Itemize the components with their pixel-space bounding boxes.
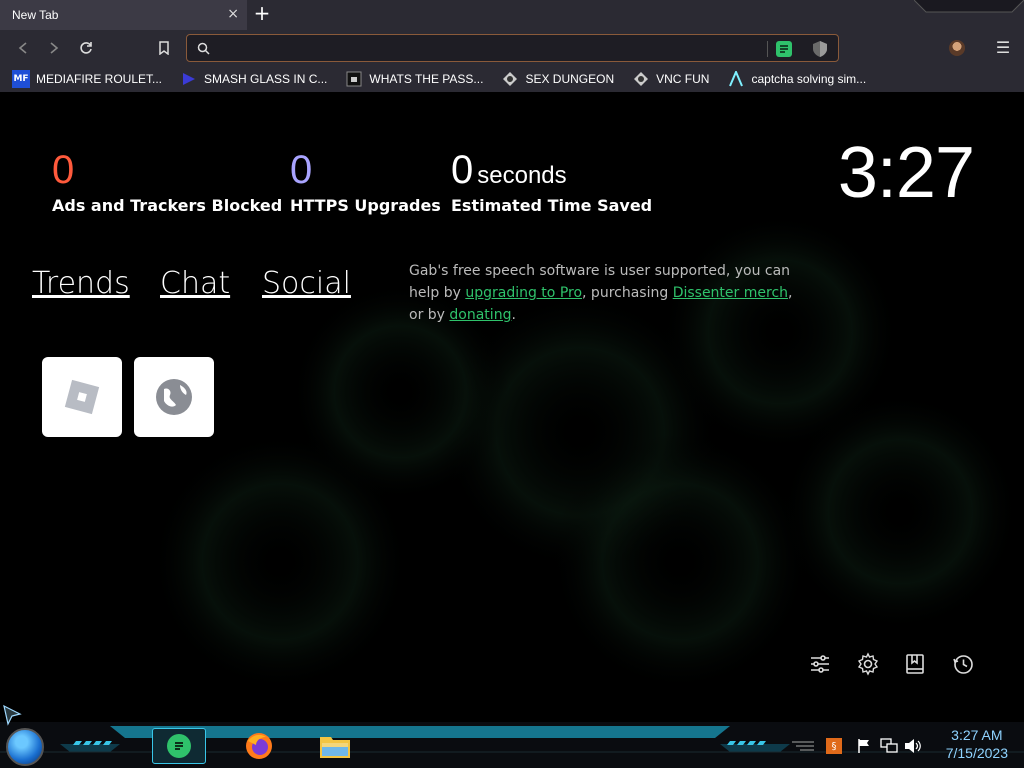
firefox-icon xyxy=(246,733,272,759)
tray-decoration-icon xyxy=(792,741,814,751)
bookmark-label: SEX DUNGEON xyxy=(525,72,615,86)
toolbar: ☰ xyxy=(0,30,1024,66)
taskbar-app-explorer[interactable] xyxy=(310,728,360,764)
system-clock[interactable]: 3:27 AM 7/15/2023 xyxy=(946,726,1008,762)
speech-bubble-icon[interactable] xyxy=(776,41,792,57)
pass-icon xyxy=(345,70,363,88)
taskbar: § 3:27 AM 7/15/2023 xyxy=(0,722,1024,768)
bookmark-label: captcha solving sim... xyxy=(751,72,867,86)
bookmarks-bar: MF MEDIAFIRE ROULET... SMASH GLASS IN C.… xyxy=(0,66,1024,92)
tray-app-icon[interactable]: § xyxy=(826,738,842,754)
vnc-icon xyxy=(632,70,650,88)
history-icon[interactable] xyxy=(951,652,975,676)
upgrade-pro-link[interactable]: upgrading to Pro xyxy=(465,285,582,301)
bookmark-item[interactable]: SMASH GLASS IN C... xyxy=(180,66,327,92)
url-input[interactable] xyxy=(217,38,757,58)
tab-close-icon[interactable]: × xyxy=(227,7,239,21)
dungeon-icon xyxy=(501,70,519,88)
bookmark-label: SMASH GLASS IN C... xyxy=(204,72,328,86)
ads-blocked-value: 0 xyxy=(52,148,75,192)
dissenter-merch-link[interactable]: Dissenter merch xyxy=(673,285,788,301)
profile-avatar[interactable] xyxy=(949,40,965,56)
new-tab-page: 0 Ads and Trackers Blocked 0 HTTPS Upgra… xyxy=(0,92,1024,722)
bookmark-label: VNC FUN xyxy=(656,72,710,86)
network-icon[interactable] xyxy=(880,738,898,754)
ads-blocked-label: Ads and Trackers Blocked xyxy=(52,196,283,215)
tab-title: New Tab xyxy=(12,8,59,22)
chat-link[interactable]: Chat xyxy=(160,266,230,301)
trends-link[interactable]: Trends xyxy=(32,266,130,301)
time-saved-stat: 0 seconds Estimated Time Saved xyxy=(451,148,652,215)
url-bar[interactable] xyxy=(186,34,839,62)
search-icon xyxy=(197,42,210,55)
url-divider xyxy=(767,41,768,57)
new-tab-button[interactable]: + xyxy=(252,3,272,24)
flag-icon[interactable] xyxy=(856,738,872,754)
bookmark-item[interactable]: SEX DUNGEON xyxy=(501,66,614,92)
clock-time: 3:27 AM xyxy=(951,727,1003,743)
smash-icon xyxy=(180,70,198,88)
ads-trackers-stat: 0 Ads and Trackers Blocked xyxy=(52,148,282,215)
clock-date: 7/15/2023 xyxy=(945,745,1008,761)
bookmark-item[interactable]: WHATS THE PASS... xyxy=(345,66,483,92)
captcha-icon xyxy=(727,70,745,88)
taskbar-app-gab[interactable] xyxy=(152,728,206,764)
bookmark-icon[interactable] xyxy=(154,38,174,58)
window-decoration xyxy=(914,0,1024,13)
time-saved-value: 0 xyxy=(451,148,474,192)
gab-support-message: Gab's free speech software is user suppo… xyxy=(409,260,799,326)
gab-text-part: . xyxy=(511,307,516,323)
shield-icon[interactable] xyxy=(812,40,828,58)
donating-link[interactable]: donating xyxy=(449,307,511,323)
bookmark-item[interactable]: MF MEDIAFIRE ROULET... xyxy=(12,66,162,92)
forward-arrow-icon[interactable] xyxy=(44,38,64,58)
mediafire-icon: MF xyxy=(12,70,30,88)
https-upgrades-stat: 0 HTTPS Upgrades xyxy=(290,148,441,215)
title-bar: New Tab × + xyxy=(0,0,1024,30)
roblox-icon xyxy=(64,379,100,415)
bookmark-label: MEDIAFIRE ROULET... xyxy=(36,72,163,86)
clock: 3:27 xyxy=(837,133,975,213)
time-saved-unit: seconds xyxy=(477,162,567,189)
top-site-tile-roblox[interactable] xyxy=(42,357,122,437)
folder-icon xyxy=(320,737,350,758)
globe-icon xyxy=(156,379,192,415)
volume-icon[interactable] xyxy=(904,738,922,754)
menu-icon[interactable]: ☰ xyxy=(994,38,1012,58)
social-link[interactable]: Social xyxy=(262,266,351,301)
start-button[interactable] xyxy=(6,728,44,766)
mouse-cursor-icon xyxy=(3,704,22,726)
https-upgrades-label: HTTPS Upgrades xyxy=(290,196,441,215)
bookmark-item[interactable]: VNC FUN xyxy=(632,66,709,92)
customize-icon[interactable] xyxy=(808,652,832,676)
time-saved-label: Estimated Time Saved xyxy=(451,196,653,215)
back-arrow-icon[interactable] xyxy=(13,38,33,58)
settings-icon[interactable] xyxy=(856,652,880,676)
bookmark-item[interactable]: captcha solving sim... xyxy=(727,66,866,92)
reload-icon[interactable] xyxy=(76,38,96,58)
gab-text-part: , purchasing xyxy=(582,285,673,301)
bookmarks-icon[interactable] xyxy=(903,652,927,676)
top-site-tile-globe[interactable] xyxy=(134,357,214,437)
gab-browser-icon xyxy=(167,734,191,758)
taskbar-app-firefox[interactable] xyxy=(234,728,284,764)
https-upgrades-value: 0 xyxy=(290,148,313,192)
tab-new-tab[interactable]: New Tab × xyxy=(0,0,247,30)
bookmark-label: WHATS THE PASS... xyxy=(369,72,484,86)
